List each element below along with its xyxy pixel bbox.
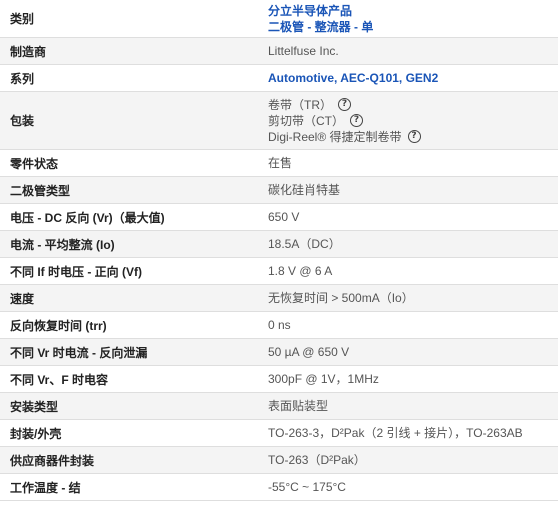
attr-label: 不同 Vr 时电流 - 反向泄漏 xyxy=(10,345,148,360)
attr-value: 分立半导体产品 二极管 - 整流器 - 单 xyxy=(262,3,558,35)
attr-value: 0 ns xyxy=(268,318,291,332)
question-circle-icon[interactable]: ? xyxy=(338,98,351,111)
attr-row-current-avg-rectified: 电流 - 平均整流 (Io) 18.5A（DC） xyxy=(0,231,558,258)
attr-value: 300pF @ 1V，1MHz xyxy=(268,372,379,386)
attr-row-reverse-leakage: 不同 Vr 时电流 - 反向泄漏 50 µA @ 650 V xyxy=(0,339,558,366)
attr-value: 650 V xyxy=(268,210,300,224)
attr-row-supplier-package: 供应商器件封装 TO-263（D²Pak） xyxy=(0,447,558,474)
attr-row-reverse-recovery: 反向恢复时间 (trr) 0 ns xyxy=(0,312,558,339)
attr-row-package-case: 封装/外壳 TO-263-3，D²Pak（2 引线 + 接片），TO-263AB xyxy=(0,420,558,447)
attr-row-packaging: 包装 卷带（TR）? 剪切带（CT）? Digi-Reel® 得捷定制卷带? xyxy=(0,92,558,150)
attr-row-speed: 速度 无恢复时间 > 500mA（Io） xyxy=(0,285,558,312)
attr-label: 类别 xyxy=(10,12,35,26)
attr-value: 1.8 V @ 6 A xyxy=(268,264,333,278)
attr-row-diode-type: 二极管类型 碳化硅肖特基 xyxy=(0,177,558,204)
attr-label: 反向恢复时间 (trr) xyxy=(10,318,107,333)
attr-label: 零件状态 xyxy=(10,156,59,171)
subcategory-link[interactable]: 二极管 - 整流器 - 单 xyxy=(268,19,373,35)
attr-row-operating-temp: 工作温度 - 结 -55°C ~ 175°C xyxy=(0,474,558,501)
packaging-option: Digi-Reel® 得捷定制卷带 xyxy=(268,129,402,144)
attr-label: 不同 Vr、F 时电容 xyxy=(10,372,109,387)
attr-value: 在售 xyxy=(268,156,293,170)
attr-row-part-status: 零件状态 在售 xyxy=(0,150,558,177)
attr-row-mounting-type: 安装类型 表面贴装型 xyxy=(0,393,558,420)
attr-value: 碳化硅肖特基 xyxy=(268,183,341,197)
attr-value: 无恢复时间 > 500mA（Io） xyxy=(268,291,414,305)
attr-value: 18.5A（DC） xyxy=(268,237,341,251)
attr-row-manufacturer: 制造商 Littelfuse Inc. xyxy=(0,38,558,65)
question-circle-icon[interactable]: ? xyxy=(407,130,421,143)
attr-label: 速度 xyxy=(10,291,35,306)
attr-value: -55°C ~ 175°C xyxy=(268,480,346,494)
attr-value: 50 µA @ 650 V xyxy=(268,345,350,359)
attr-label: 封装/外壳 xyxy=(10,426,62,441)
category-link[interactable]: 分立半导体产品 xyxy=(268,3,352,19)
attr-label: 安装类型 xyxy=(10,399,59,414)
series-link[interactable]: Automotive, AEC-Q101, GEN2 xyxy=(268,71,438,85)
attr-label: 电压 - DC 反向 (Vr)（最大值) xyxy=(10,210,165,225)
packaging-option: 剪切带（CT） xyxy=(268,113,344,128)
attr-value: 卷带（TR）? 剪切带（CT）? Digi-Reel® 得捷定制卷带? xyxy=(262,97,558,145)
attr-row-forward-voltage: 不同 If 时电压 - 正向 (Vf) 1.8 V @ 6 A xyxy=(0,258,558,285)
attr-label: 二极管类型 xyxy=(10,183,71,198)
attr-value: 表面贴装型 xyxy=(268,399,329,413)
attr-label: 制造商 xyxy=(10,44,47,59)
attr-label: 供应商器件封装 xyxy=(10,453,95,468)
attr-label: 系列 xyxy=(10,71,35,86)
attr-value: Automotive, AEC-Q101, GEN2 xyxy=(262,70,558,86)
attr-label: 包装 xyxy=(10,114,35,128)
attr-row-voltage-dc-reverse: 电压 - DC 反向 (Vr)（最大值) 650 V xyxy=(0,204,558,231)
packaging-option: 卷带（TR） xyxy=(268,97,332,112)
question-circle-icon[interactable]: ? xyxy=(350,114,363,127)
attr-row-series: 系列 Automotive, AEC-Q101, GEN2 xyxy=(0,65,558,92)
attr-value: TO-263（D²Pak） xyxy=(268,453,366,467)
attr-value: TO-263-3，D²Pak（2 引线 + 接片），TO-263AB xyxy=(268,426,523,440)
attr-label: 不同 If 时电压 - 正向 (Vf) xyxy=(10,264,142,279)
manufacturer-value: Littelfuse Inc. xyxy=(268,44,339,58)
attr-label: 工作温度 - 结 xyxy=(10,480,81,495)
product-attributes-table: 类别 分立半导体产品 二极管 - 整流器 - 单 制造商 Littelfuse … xyxy=(0,0,558,501)
attr-label: 电流 - 平均整流 (Io) xyxy=(10,237,115,252)
attr-row-capacitance: 不同 Vr、F 时电容 300pF @ 1V，1MHz xyxy=(0,366,558,393)
attr-row-category: 类别 分立半导体产品 二极管 - 整流器 - 单 xyxy=(0,0,558,38)
